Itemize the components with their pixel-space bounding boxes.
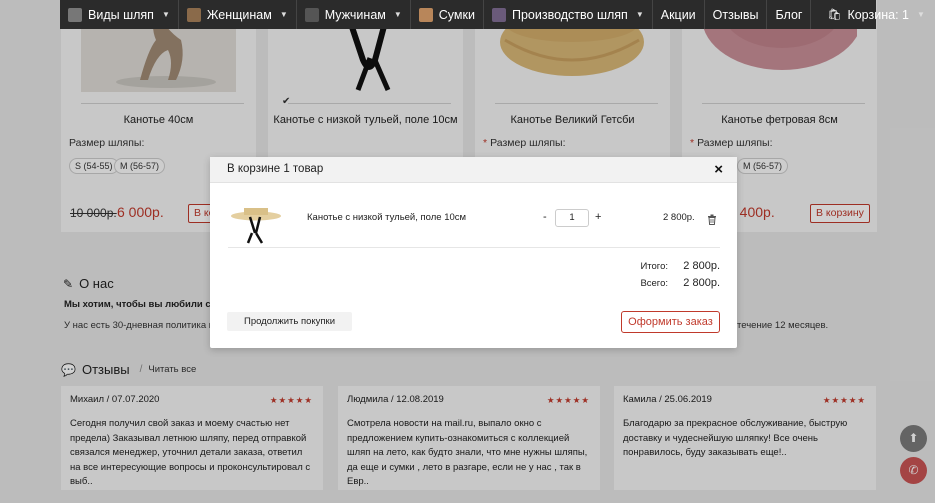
chevron-down-icon: ▼ (161, 10, 170, 19)
chevron-down-icon: ▼ (635, 10, 644, 19)
grand-total-label: Всего: (640, 278, 668, 289)
main-nav: Виды шляп ▼ Женщинам ▼ Мужчинам ▼ Сумки Про… (60, 0, 925, 29)
quantity-decrease-button[interactable]: - (543, 211, 547, 223)
total-value: 2 800р. (683, 260, 720, 272)
nav-cart[interactable]: 🛍 Корзина: 1 ▼ (811, 0, 932, 29)
cart-modal: В корзине 1 товар × Канотье с низкой тул… (210, 157, 737, 348)
nav-item-women[interactable]: Женщинам ▼ (179, 0, 297, 29)
cart-item-name[interactable]: Канотье с низкой тульей, поле 10см (307, 212, 466, 223)
quantity-input[interactable]: 1 (555, 209, 589, 227)
modal-title: В корзине 1 товар (227, 163, 324, 175)
nav-item-hat-types[interactable]: Виды шляп ▼ (60, 0, 179, 29)
hat-types-thumb-icon (68, 7, 82, 22)
women-thumb-icon (186, 7, 201, 22)
close-icon[interactable]: × (714, 161, 723, 178)
nav-item-blog[interactable]: Блог (767, 0, 812, 29)
chevron-down-icon: ▼ (916, 10, 925, 19)
total-label: Итого: (640, 261, 668, 272)
production-thumb-icon (491, 7, 506, 22)
grand-total-value: 2 800р. (683, 277, 720, 289)
cart-item-price: 2 800р. (663, 212, 695, 223)
nav-item-promos[interactable]: Акции (653, 0, 705, 29)
modal-header: В корзине 1 товар × (210, 157, 737, 183)
cart-item-image (230, 203, 282, 245)
trash-icon[interactable] (707, 212, 717, 225)
chevron-down-icon: ▼ (279, 10, 288, 19)
nav-item-production[interactable]: Производство шляп ▼ (484, 0, 653, 29)
bags-thumb-icon (418, 7, 433, 22)
cart-icon: 🛍 (827, 9, 842, 21)
nav-item-bags[interactable]: Сумки (411, 0, 484, 29)
men-thumb-icon (304, 7, 319, 22)
continue-shopping-button[interactable]: Продолжить покупки (227, 312, 352, 331)
quantity-increase-button[interactable]: + (595, 211, 601, 223)
nav-item-men[interactable]: Мужчинам ▼ (297, 0, 411, 29)
checkout-button[interactable]: Оформить заказ (621, 311, 720, 333)
nav-item-reviews[interactable]: Отзывы (705, 0, 768, 29)
chevron-down-icon: ▼ (393, 10, 402, 19)
